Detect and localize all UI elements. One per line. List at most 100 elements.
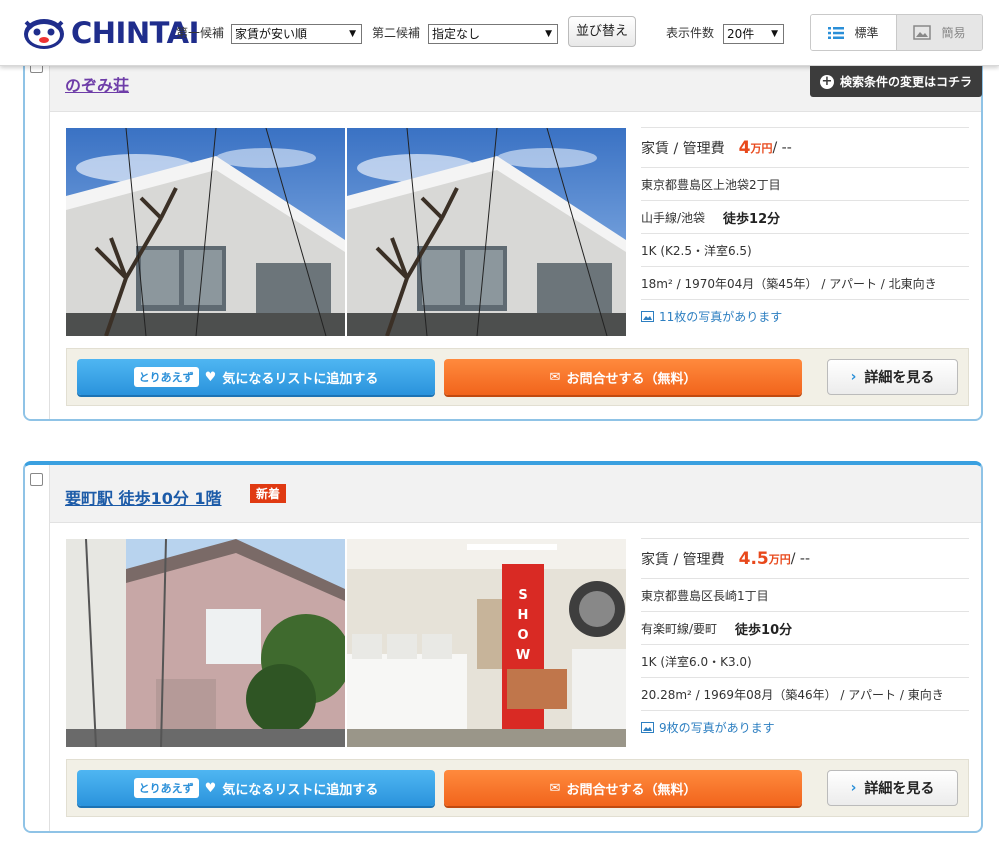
view-simple-button[interactable]: 簡易 bbox=[896, 15, 982, 50]
photo-row bbox=[66, 128, 626, 336]
chevron-right-icon: › bbox=[850, 780, 857, 796]
mail-icon: ✉ bbox=[549, 369, 561, 385]
action-bar: とりあえず ♥ 気になるリストに追加する ✉ お問合せする（無料） › 詳細を見… bbox=[66, 759, 969, 817]
chevron-right-icon: › bbox=[850, 369, 857, 385]
card-body: 家賃 / 管理費 4 万円 / -- 東京都豊島区上池袋2丁目 山手線/池袋 徒… bbox=[49, 112, 981, 419]
sort-button[interactable]: 並び替え bbox=[568, 16, 636, 47]
train-line: 有楽町線/要町 bbox=[641, 621, 718, 636]
management-fee: / -- bbox=[772, 139, 792, 156]
details-button[interactable]: › 詳細を見る bbox=[827, 359, 958, 395]
photo-count-link[interactable]: 9枚の写真があります bbox=[659, 719, 775, 736]
rent-unit: 万円 bbox=[750, 141, 773, 155]
management-fee: / -- bbox=[790, 550, 811, 567]
rent-row: 家賃 / 管理費 4 万円 / -- bbox=[641, 127, 969, 167]
chintai-logo[interactable]: CHINTAI bbox=[22, 14, 199, 52]
toriaezu-tag: とりあえず bbox=[133, 367, 199, 387]
dropdown-arrow-icon: ▼ bbox=[545, 29, 552, 39]
address: 東京都豊島区上池袋2丁目 bbox=[641, 177, 781, 192]
listing-title-link[interactable]: 要町駅 徒歩10分 1階 bbox=[65, 485, 222, 509]
favorite-label: 気になるリストに追加する bbox=[222, 782, 379, 798]
listing-checkbox[interactable] bbox=[30, 473, 43, 486]
mail-icon: ✉ bbox=[549, 780, 561, 796]
second-sort-select[interactable]: 指定なし ▼ bbox=[428, 24, 558, 44]
svg-text:O: O bbox=[517, 628, 528, 643]
change-conditions-label: 検索条件の変更はコチラ bbox=[840, 75, 973, 89]
details-label: 詳細を見る bbox=[864, 370, 935, 386]
address: 東京都豊島区長崎1丁目 bbox=[641, 588, 769, 603]
new-badge: 新着 bbox=[250, 484, 287, 503]
photo-count-row: 11枚の写真があります bbox=[641, 299, 969, 332]
image-icon bbox=[913, 25, 932, 40]
view-toggle: 標準 簡易 bbox=[810, 14, 983, 51]
photo-row: S H O W E R bbox=[66, 539, 626, 747]
station-row: 山手線/池袋 徒歩12分 bbox=[641, 200, 969, 233]
listing-card: 要町駅 徒歩10分 1階 新着 S H O W 家賃 / 管理費 4.5 万円 … bbox=[23, 461, 983, 833]
walk-time: 徒歩12分 bbox=[723, 211, 781, 227]
add-to-favorites-button[interactable]: とりあえず ♥ 気になるリストに追加する bbox=[77, 359, 435, 395]
favorite-label: 気になるリストに追加する bbox=[222, 371, 379, 387]
inquiry-button[interactable]: ✉ お問合せする（無料） bbox=[444, 770, 802, 806]
details-button[interactable]: › 詳細を見る bbox=[827, 770, 958, 806]
layout-row: 1K (洋室6.0・K3.0) bbox=[641, 644, 969, 677]
building-photo[interactable] bbox=[66, 128, 345, 336]
first-sort-value: 家賃が安い順 bbox=[235, 27, 308, 41]
card-side bbox=[25, 465, 49, 831]
photo-count-link[interactable]: 11枚の写真があります bbox=[659, 308, 782, 325]
view-standard-button[interactable]: 標準 bbox=[811, 15, 896, 50]
rent-unit: 万円 bbox=[768, 552, 791, 566]
listing-card: のぞみ荘 家賃 / 管理費 4 万円 / -- 東京都豊島区上池袋2丁目 山手線… bbox=[23, 40, 983, 421]
add-to-favorites-button[interactable]: とりあえず ♥ 気になるリストに追加する bbox=[77, 770, 435, 806]
svg-text:H: H bbox=[518, 608, 529, 623]
building-photo[interactable] bbox=[66, 539, 345, 747]
layout-row: 1K (K2.5・洋室6.5) bbox=[641, 233, 969, 266]
heart-icon: ♥ bbox=[204, 780, 217, 796]
detail-row: 20.28m² / 1969年08月（築46年） / アパート / 東向き bbox=[641, 677, 969, 710]
svg-text:W: W bbox=[516, 648, 530, 663]
second-sort-label: 第二候補 bbox=[372, 26, 421, 40]
listing-title-link[interactable]: のぞみ荘 bbox=[65, 72, 129, 96]
second-sort-value: 指定なし bbox=[432, 27, 481, 41]
toriaezu-tag: とりあえず bbox=[133, 778, 199, 798]
photo-count-row: 9枚の写真があります bbox=[641, 710, 969, 743]
view-simple-label: 簡易 bbox=[941, 26, 966, 40]
action-bar: とりあえず ♥ 気になるリストに追加する ✉ お問合せする（無料） › 詳細を見… bbox=[66, 348, 969, 406]
address-row: 東京都豊島区上池袋2丁目 bbox=[641, 167, 969, 200]
detail-row: 18m² / 1970年04月（築45年） / アパート / 北東向き bbox=[641, 266, 969, 299]
first-sort-label: 第一候補 bbox=[176, 26, 225, 40]
count-value: 20件 bbox=[727, 27, 755, 41]
building-detail: 18m² / 1970年04月（築45年） / アパート / 北東向き bbox=[641, 276, 937, 291]
list-icon bbox=[828, 26, 845, 39]
station-row: 有楽町線/要町 徒歩10分 bbox=[641, 611, 969, 644]
svg-text:S: S bbox=[518, 588, 527, 603]
walk-time: 徒歩10分 bbox=[735, 622, 793, 638]
listing-info: 家賃 / 管理費 4 万円 / -- 東京都豊島区上池袋2丁目 山手線/池袋 徒… bbox=[641, 127, 969, 332]
rent-value: 4 bbox=[738, 137, 751, 158]
rent-row: 家賃 / 管理費 4.5 万円 / -- bbox=[641, 538, 969, 578]
card-body: S H O W E R 家賃 / 管理費 4.5 bbox=[49, 523, 981, 831]
rent-label: 家賃 / 管理費 bbox=[641, 551, 725, 568]
change-conditions-button[interactable]: + 検索条件の変更はコチラ bbox=[810, 66, 982, 97]
card-header: 要町駅 徒歩10分 1階 新着 bbox=[49, 465, 981, 523]
inquiry-label: お問合せする（無料） bbox=[566, 371, 697, 387]
picture-icon bbox=[641, 721, 654, 733]
rent-label: 家賃 / 管理費 bbox=[641, 140, 725, 157]
count-select[interactable]: 20件 ▼ bbox=[723, 24, 784, 44]
train-line: 山手線/池袋 bbox=[641, 210, 706, 225]
rent-value: 4.5 bbox=[738, 548, 769, 569]
count-label: 表示件数 bbox=[666, 26, 715, 40]
floor-layout: 1K (洋室6.0・K3.0) bbox=[641, 654, 752, 669]
dropdown-arrow-icon: ▼ bbox=[349, 29, 356, 39]
dropdown-arrow-icon: ▼ bbox=[771, 29, 778, 39]
first-sort-select[interactable]: 家賃が安い順 ▼ bbox=[231, 24, 362, 44]
building-detail: 20.28m² / 1969年08月（築46年） / アパート / 東向き bbox=[641, 687, 944, 702]
floor-layout: 1K (K2.5・洋室6.5) bbox=[641, 243, 752, 258]
building-photo[interactable] bbox=[347, 128, 626, 336]
tiger-logo-icon bbox=[24, 19, 64, 49]
inquiry-button[interactable]: ✉ お問合せする（無料） bbox=[444, 359, 802, 395]
inquiry-label: お問合せする（無料） bbox=[566, 782, 697, 798]
listing-info: 家賃 / 管理費 4.5 万円 / -- 東京都豊島区長崎1丁目 有楽町線/要町… bbox=[641, 538, 969, 743]
header: CHINTAI 第一候補 家賃が安い順 ▼ 第二候補 指定なし ▼ 並び替え 表… bbox=[0, 0, 999, 66]
laundromat-photo[interactable]: S H O W E R bbox=[347, 539, 626, 747]
card-side bbox=[25, 42, 49, 419]
address-row: 東京都豊島区長崎1丁目 bbox=[641, 578, 969, 611]
